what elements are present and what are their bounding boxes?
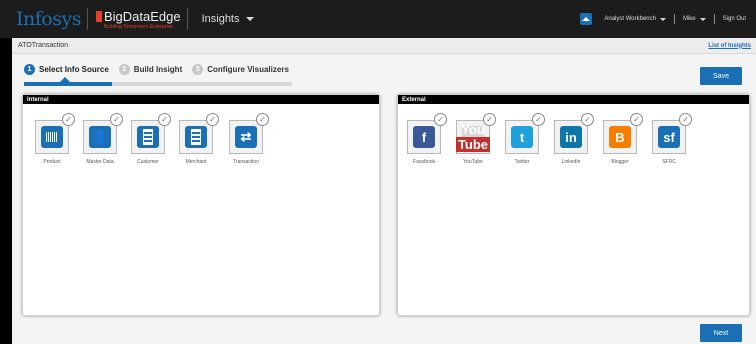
wizard-progress-bar xyxy=(24,77,292,86)
step-configure-visualizers[interactable]: 3 Configure Visualizers xyxy=(192,64,289,75)
chevron-down-icon xyxy=(699,17,706,21)
divider xyxy=(86,8,88,30)
checkmark-icon[interactable]: ✓ xyxy=(532,113,545,126)
internal-sources-panel: Internal ✓ Product 👤 ✓ Master Data ✓ Cus… xyxy=(22,94,380,316)
external-sources-panel: External f ✓ Facebook You Tube ✓ YouTube … xyxy=(397,94,750,316)
step-number: 2 xyxy=(118,64,130,75)
step-select-info-source[interactable]: 1 Select Info Source xyxy=(24,64,109,75)
source-tile-sfdc[interactable]: sf ✓ xyxy=(652,113,692,154)
facebook-icon: f xyxy=(413,126,435,148)
source-label: YouTube xyxy=(463,159,483,165)
home-icon[interactable] xyxy=(580,13,593,25)
barcode-icon xyxy=(41,126,63,148)
checkmark-icon[interactable]: ✓ xyxy=(581,113,594,126)
product-name: BigDataEdge xyxy=(103,8,181,24)
source-label: LinkedIn xyxy=(561,159,581,165)
checkmark-icon[interactable]: ✓ xyxy=(483,113,496,126)
user-menu[interactable]: Mike xyxy=(683,16,706,22)
source-label: Customer xyxy=(137,159,159,165)
twitter-icon: t xyxy=(511,126,533,148)
product-logo: BigDataEdge Building Tomorrow's Enterpri… xyxy=(95,8,181,30)
insights-menu[interactable]: Insights xyxy=(202,13,254,25)
checkmark-icon[interactable]: ✓ xyxy=(256,113,269,126)
source-tile-facebook[interactable]: f ✓ xyxy=(407,113,447,154)
external-source-list: f ✓ Facebook You Tube ✓ YouTube t ✓ Twitt… xyxy=(398,104,749,184)
source-label: Blogger xyxy=(611,159,629,165)
product-mark-icon xyxy=(95,10,102,22)
checkmark-icon[interactable]: ✓ xyxy=(158,113,171,126)
checkmark-icon[interactable]: ✓ xyxy=(434,113,447,126)
source-tile-merchant[interactable]: ✓ xyxy=(179,113,219,154)
checkmark-icon[interactable]: ✓ xyxy=(679,113,692,126)
source-label: Product xyxy=(43,159,61,165)
source-tile-youtube[interactable]: You Tube ✓ xyxy=(455,113,496,154)
step-number: 3 xyxy=(192,64,204,75)
user-name: Mike xyxy=(682,16,696,22)
source-tile-product[interactable]: ✓ xyxy=(35,113,75,154)
source-label: Facebook xyxy=(413,159,435,165)
internal-source-list: ✓ Product 👤 ✓ Master Data ✓ Customer ✓ M… xyxy=(23,104,379,184)
source-tile-transaction[interactable]: ⇄ ✓ xyxy=(229,113,269,154)
source-label: Transaction xyxy=(233,159,259,165)
source-tile-twitter[interactable]: t ✓ xyxy=(505,113,545,154)
progress-pointer xyxy=(60,77,70,82)
source-tile-master-data[interactable]: 👤 ✓ xyxy=(83,113,123,154)
divider xyxy=(713,14,715,24)
infosys-logo[interactable]: Infosys xyxy=(16,8,81,30)
panel-title: External xyxy=(398,95,749,104)
insights-menu-label: Insights xyxy=(201,13,240,25)
step-number: 1 xyxy=(24,64,35,75)
divider xyxy=(673,14,675,24)
building-icon xyxy=(137,126,159,148)
linkedin-icon: in xyxy=(560,126,582,148)
list-of-insights-link[interactable]: List of Insights xyxy=(708,43,751,49)
source-label: Twitter xyxy=(514,159,530,165)
sign-out-link[interactable]: Sign Out xyxy=(723,16,746,22)
next-button[interactable]: Next xyxy=(700,324,742,342)
source-tile-blogger[interactable]: B ✓ xyxy=(603,113,643,154)
step-label: Select Info Source xyxy=(39,65,109,74)
source-label: SFDC xyxy=(662,159,676,165)
main-content: ATOTransaction List of Insights 1 Select… xyxy=(12,38,756,344)
checkmark-icon[interactable]: ✓ xyxy=(62,113,75,126)
step-build-insight[interactable]: 2 Build Insight xyxy=(118,64,183,75)
breadcrumb: ATOTransaction List of Insights xyxy=(12,38,756,54)
divider xyxy=(186,8,188,30)
workbench-label: Analyst Workbench xyxy=(604,16,656,22)
top-bar: Infosys BigDataEdge Building Tomorrow's … xyxy=(0,0,756,38)
blogger-icon: B xyxy=(609,126,631,148)
source-tile-linkedin[interactable]: in ✓ xyxy=(554,113,594,154)
chevron-down-icon xyxy=(659,17,666,21)
person-card-icon: 👤 xyxy=(89,126,111,148)
page-title: ATOTransaction xyxy=(18,42,69,49)
panel-title: Internal xyxy=(23,95,379,104)
source-label: Merchant xyxy=(185,159,207,165)
user-nav: Analyst Workbench Mike Sign Out xyxy=(580,13,756,25)
chevron-down-icon xyxy=(245,17,254,21)
transaction-icon: ⇄ xyxy=(235,126,257,148)
checkmark-icon[interactable]: ✓ xyxy=(206,113,219,126)
salesforce-icon: sf xyxy=(658,126,680,148)
checkmark-icon[interactable]: ✓ xyxy=(630,113,643,126)
youtube-icon: You Tube xyxy=(455,122,491,152)
step-label: Build Insight xyxy=(133,65,183,74)
building-icon xyxy=(185,126,207,148)
source-tile-customer[interactable]: ✓ xyxy=(131,113,171,154)
save-button[interactable]: Save xyxy=(700,67,742,85)
source-label: Master Data xyxy=(86,159,114,165)
workbench-menu[interactable]: Analyst Workbench xyxy=(604,16,666,22)
checkmark-icon[interactable]: ✓ xyxy=(110,113,123,126)
progress-fill xyxy=(24,82,113,86)
product-tagline: Building Tomorrow's Enterprise xyxy=(103,23,173,30)
step-label: Configure Visualizers xyxy=(207,65,289,74)
wizard-steps: 1 Select Info Source 2 Build Insight 3 C… xyxy=(24,64,299,75)
